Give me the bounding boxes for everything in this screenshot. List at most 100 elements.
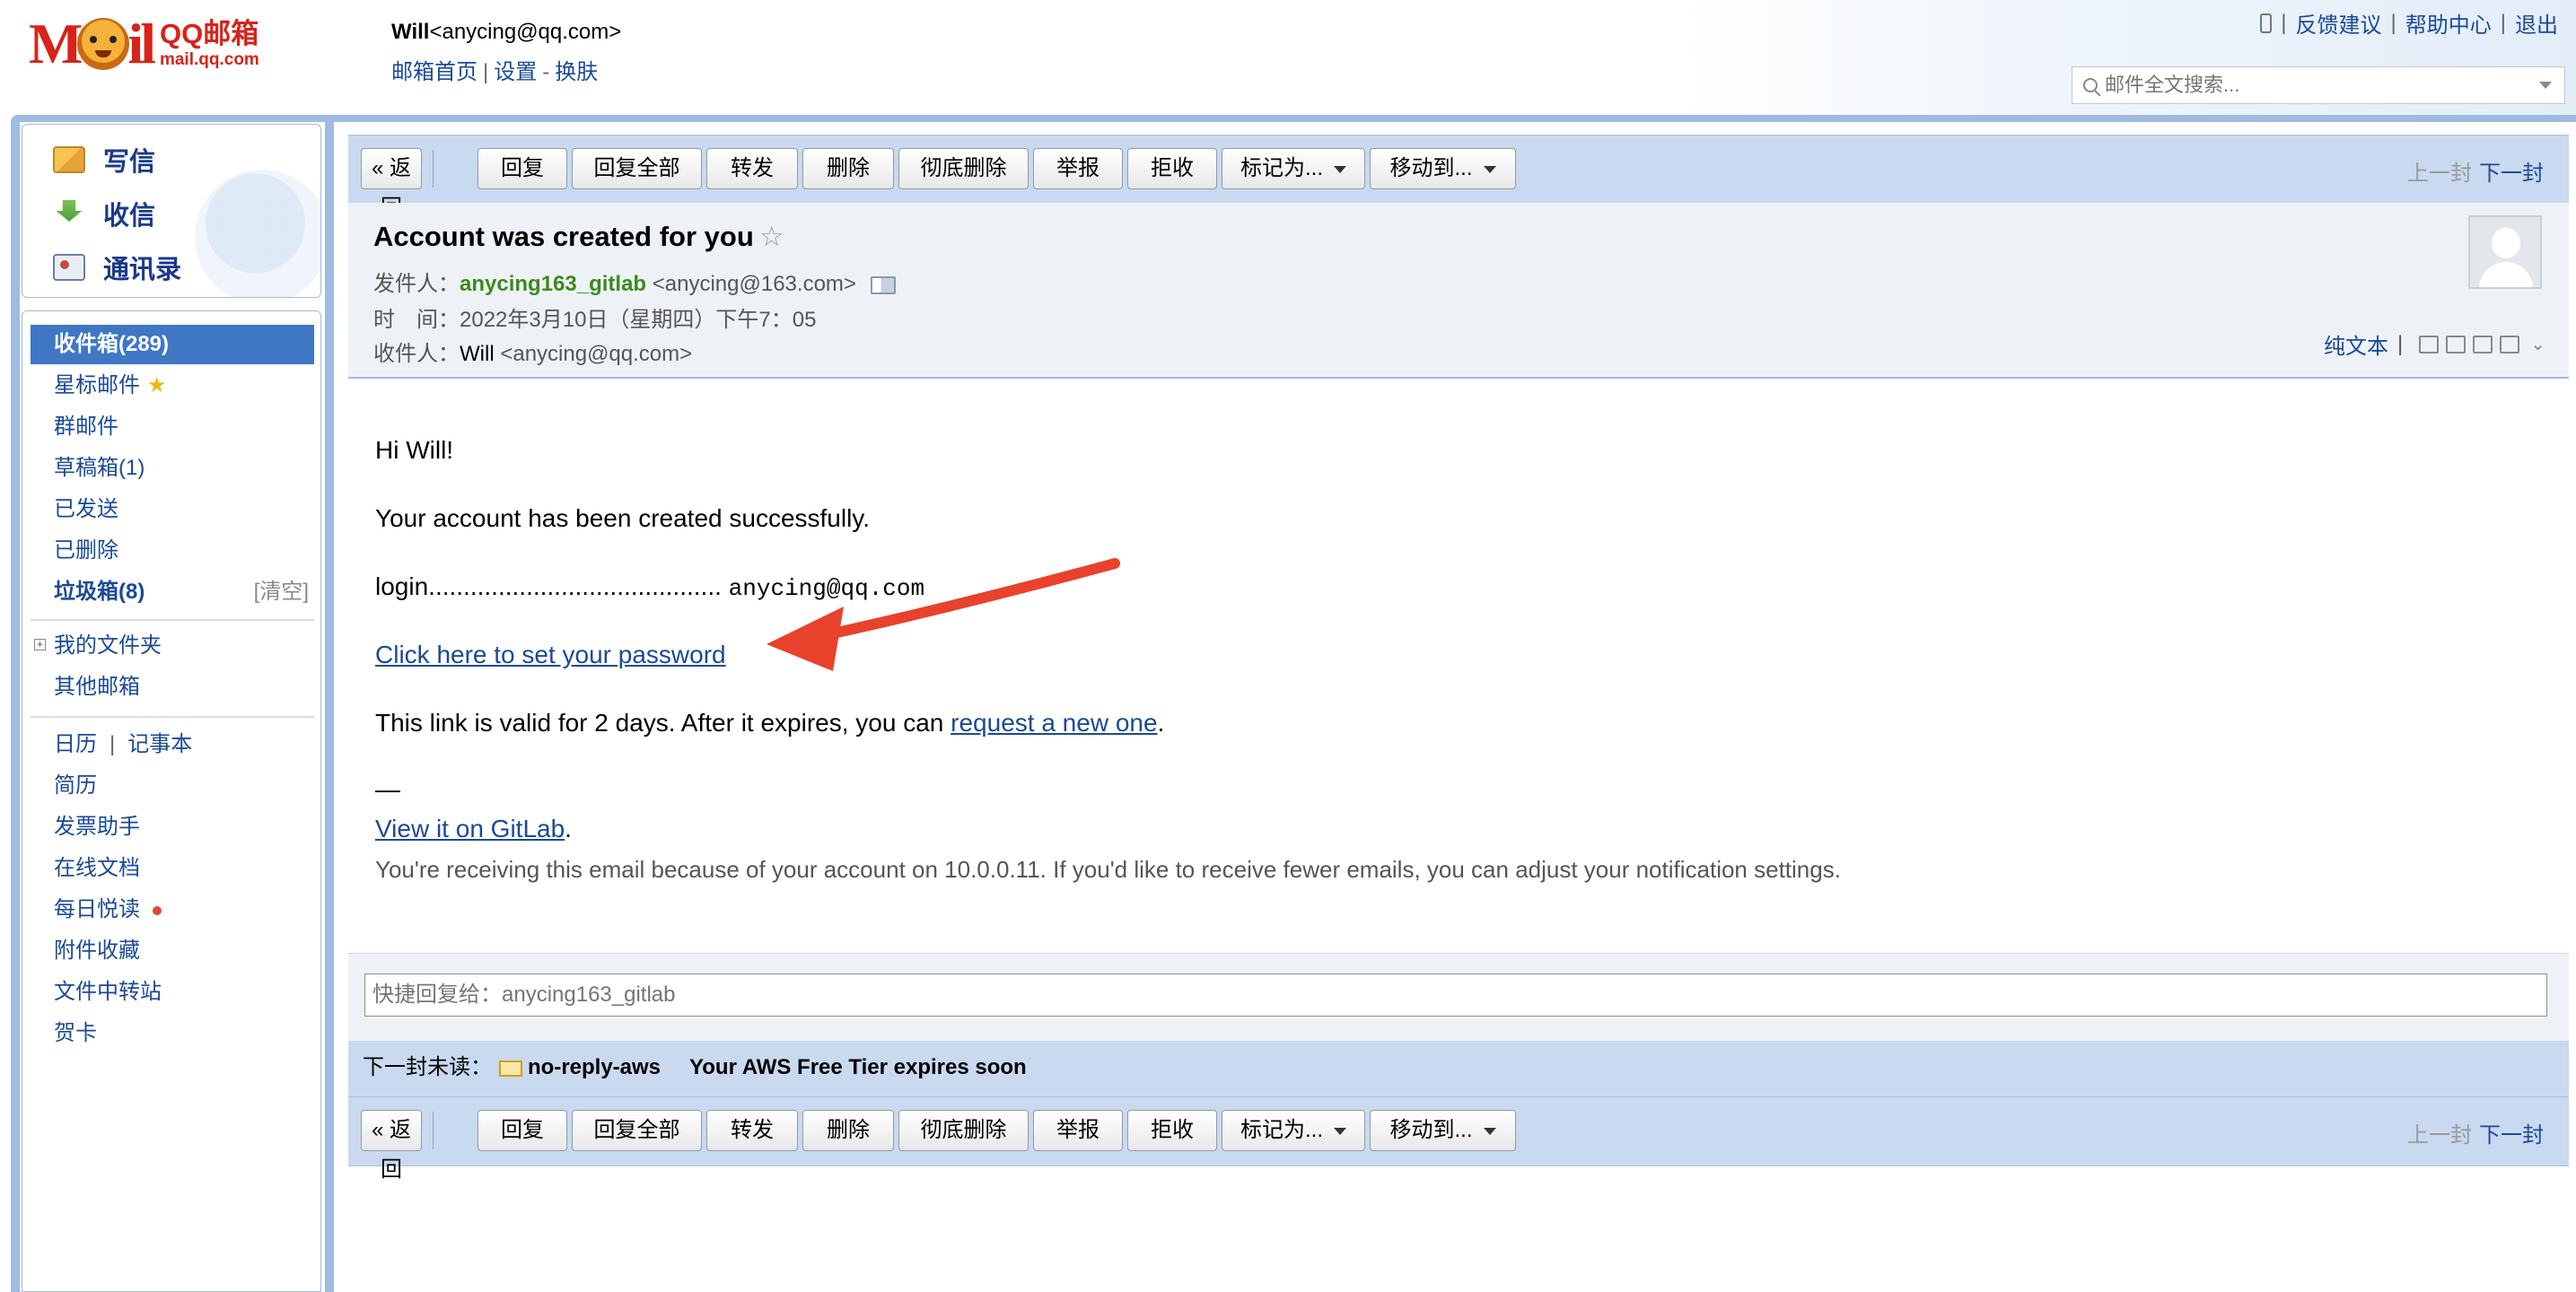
folder-other-mailbox[interactable]: 其他邮箱 — [31, 668, 314, 707]
folder-starred-label: 星标邮件 — [54, 373, 140, 397]
next-mail-link[interactable]: 下一封 — [2479, 1123, 2544, 1148]
clear-spam-link[interactable]: [清空] — [254, 572, 309, 612]
contacts-label: 通讯录 — [103, 256, 182, 284]
view-on-gitlab-line: View it on GitLab. — [375, 815, 572, 843]
delete-permanently-button[interactable]: 彻底删除 — [898, 148, 1029, 189]
app-greeting-cards[interactable]: 贺卡 — [31, 1014, 314, 1053]
app-invoice-assistant[interactable]: 发票助手 — [31, 808, 314, 847]
next-unread-bar[interactable]: 下一封未读： no-reply-aws Your AWS Free Tier exp… — [348, 1041, 2569, 1096]
separator — [433, 150, 434, 188]
move-to-dropdown[interactable]: 移动到... — [1370, 148, 1516, 189]
new-window-icon[interactable] — [2419, 335, 2440, 354]
app-calendar-notepad: 日历 | 记事本 — [31, 725, 314, 764]
folder-group-mail[interactable]: 群邮件 — [31, 407, 314, 447]
reply-button[interactable]: 回复 — [478, 1110, 567, 1151]
folder-sent[interactable]: 已发送 — [31, 490, 314, 529]
mark-as-dropdown[interactable]: 标记为... — [1222, 148, 1365, 189]
app-resume[interactable]: 简历 — [31, 766, 314, 806]
next-mail-link[interactable]: 下一封 — [2479, 162, 2544, 186]
app-attachment-favorites[interactable]: 附件收藏 — [31, 931, 314, 971]
mark-as-dropdown[interactable]: 标记为... — [1222, 1110, 1365, 1151]
folder-my-folders[interactable]: 我的文件夹 — [31, 626, 314, 666]
contacts-button[interactable]: 通讯录 — [53, 249, 181, 286]
request-new-link[interactable]: request a new one — [951, 709, 1157, 737]
download-icon[interactable] — [2473, 335, 2493, 354]
folder-inbox[interactable]: 收件箱(289) — [31, 325, 314, 364]
folder-deleted[interactable]: 已删除 — [31, 531, 314, 571]
search-dropdown-icon[interactable] — [2539, 82, 2552, 89]
view-on-gitlab-link[interactable]: View it on GitLab — [375, 815, 565, 842]
mail-toolbar-bottom: « 返回 回复 回复全部 转发 删除 彻底删除 举报 拒收 标记为... 移动到… — [348, 1096, 2569, 1182]
app-online-docs[interactable]: 在线文档 — [31, 849, 314, 888]
mobile-phone-icon[interactable] — [2260, 13, 2273, 33]
move-to-label: 移动到... — [1389, 156, 1473, 180]
star-outline-icon[interactable]: ☆ — [759, 221, 784, 252]
next-unread-sender: no-reply-aws — [528, 1055, 662, 1079]
app-file-transfer[interactable]: 文件中转站 — [31, 973, 314, 1012]
delete-button[interactable]: 删除 — [802, 1110, 894, 1151]
prev-mail-link[interactable]: 上一封 — [2407, 1123, 2472, 1148]
feedback-link[interactable]: 反馈建议 — [2296, 7, 2382, 39]
folder-spam[interactable]: 垃圾箱(8) [清空] — [31, 572, 314, 612]
forward-button[interactable]: 转发 — [706, 148, 798, 189]
report-button[interactable]: 举报 — [1033, 1110, 1123, 1151]
delete-button[interactable]: 删除 — [802, 148, 894, 189]
note-icon[interactable] — [2446, 335, 2466, 354]
set-password-link[interactable]: Click here to set your password — [375, 641, 726, 668]
reject-button[interactable]: 拒收 — [1127, 1110, 1217, 1151]
period: . — [565, 815, 572, 842]
delete-permanently-button[interactable]: 彻底删除 — [898, 1110, 1029, 1151]
help-center-link[interactable]: 帮助中心 — [2405, 7, 2492, 39]
plain-text-link[interactable]: 纯文本 — [2324, 328, 2388, 360]
forward-button[interactable]: 转发 — [706, 1110, 798, 1151]
recipient-email: <anycing@qq.com> — [500, 342, 693, 366]
calendar-link[interactable]: 日历 — [54, 732, 97, 756]
reply-button[interactable]: 回复 — [478, 148, 567, 189]
logout-link[interactable]: 退出 — [2515, 7, 2558, 39]
settings-link[interactable]: 设置 — [494, 60, 537, 84]
folder-drafts[interactable]: 草稿箱(1) — [31, 449, 314, 488]
sender-row: 发件人：anycing163_gitlab <anycing@163.com> — [373, 266, 896, 297]
reply-all-button[interactable]: 回复全部 — [572, 148, 702, 189]
chevron-down-icon[interactable]: ⌄ — [2530, 333, 2545, 355]
compose-button[interactable]: 写信 — [53, 141, 155, 179]
separator: - — [542, 60, 550, 84]
receive-mail-button[interactable]: 收信 — [53, 195, 155, 232]
folder-group-label: 群邮件 — [54, 415, 118, 439]
prev-next-nav: 上一封 下一封 — [2407, 155, 2544, 187]
print-icon[interactable] — [2500, 335, 2520, 354]
sender-avatar[interactable] — [2468, 215, 2542, 289]
invoice-label: 发票助手 — [54, 815, 140, 839]
login-label: login...................................… — [375, 572, 722, 600]
recipient-name[interactable]: Will — [460, 342, 495, 366]
folder-starred[interactable]: 星标邮件 ★ — [31, 366, 314, 406]
mail-subject: Account was created for you ☆ — [373, 221, 784, 253]
set-password-line: Click here to set your password — [375, 641, 726, 669]
move-to-dropdown[interactable]: 移动到... — [1370, 1110, 1516, 1151]
view-tools: 纯文本 | ⌄ — [2324, 328, 2545, 360]
contact-card-icon[interactable] — [870, 275, 896, 294]
report-button[interactable]: 举报 — [1033, 148, 1123, 189]
prev-mail-link[interactable]: 上一封 — [2407, 162, 2472, 186]
to-label: 收件人： — [373, 342, 460, 366]
time-value: 2022年3月10日（星期四）下午7：05 — [460, 308, 817, 332]
back-button[interactable]: « 返回 — [361, 1110, 422, 1182]
notepad-link[interactable]: 记事本 — [127, 732, 192, 756]
quick-reply-panel — [348, 953, 2569, 1042]
reply-all-button[interactable]: 回复全部 — [572, 1110, 702, 1151]
quick-reply-input[interactable] — [364, 973, 2547, 1017]
user-links: 邮箱首页 | 设置 - 换肤 — [391, 54, 598, 85]
search-box[interactable] — [2072, 66, 2565, 104]
sender-name[interactable]: anycing163_gitlab — [460, 272, 646, 296]
back-button[interactable]: « 返回 — [361, 148, 422, 220]
qq-mail-logo[interactable]: M il QQ邮箱 mail.qq.com — [29, 12, 259, 75]
search-input[interactable] — [2098, 73, 2539, 98]
separator: | — [2281, 10, 2287, 35]
user-email: <anycing@qq.com> — [429, 20, 622, 44]
app-daily-read[interactable]: 每日悦读 — [31, 890, 314, 930]
mailbox-home-link[interactable]: 邮箱首页 — [391, 60, 478, 84]
attachments-label: 附件收藏 — [54, 938, 140, 963]
reject-button[interactable]: 拒收 — [1127, 148, 1217, 189]
change-skin-link[interactable]: 换肤 — [555, 60, 598, 84]
docs-label: 在线文档 — [54, 856, 140, 880]
